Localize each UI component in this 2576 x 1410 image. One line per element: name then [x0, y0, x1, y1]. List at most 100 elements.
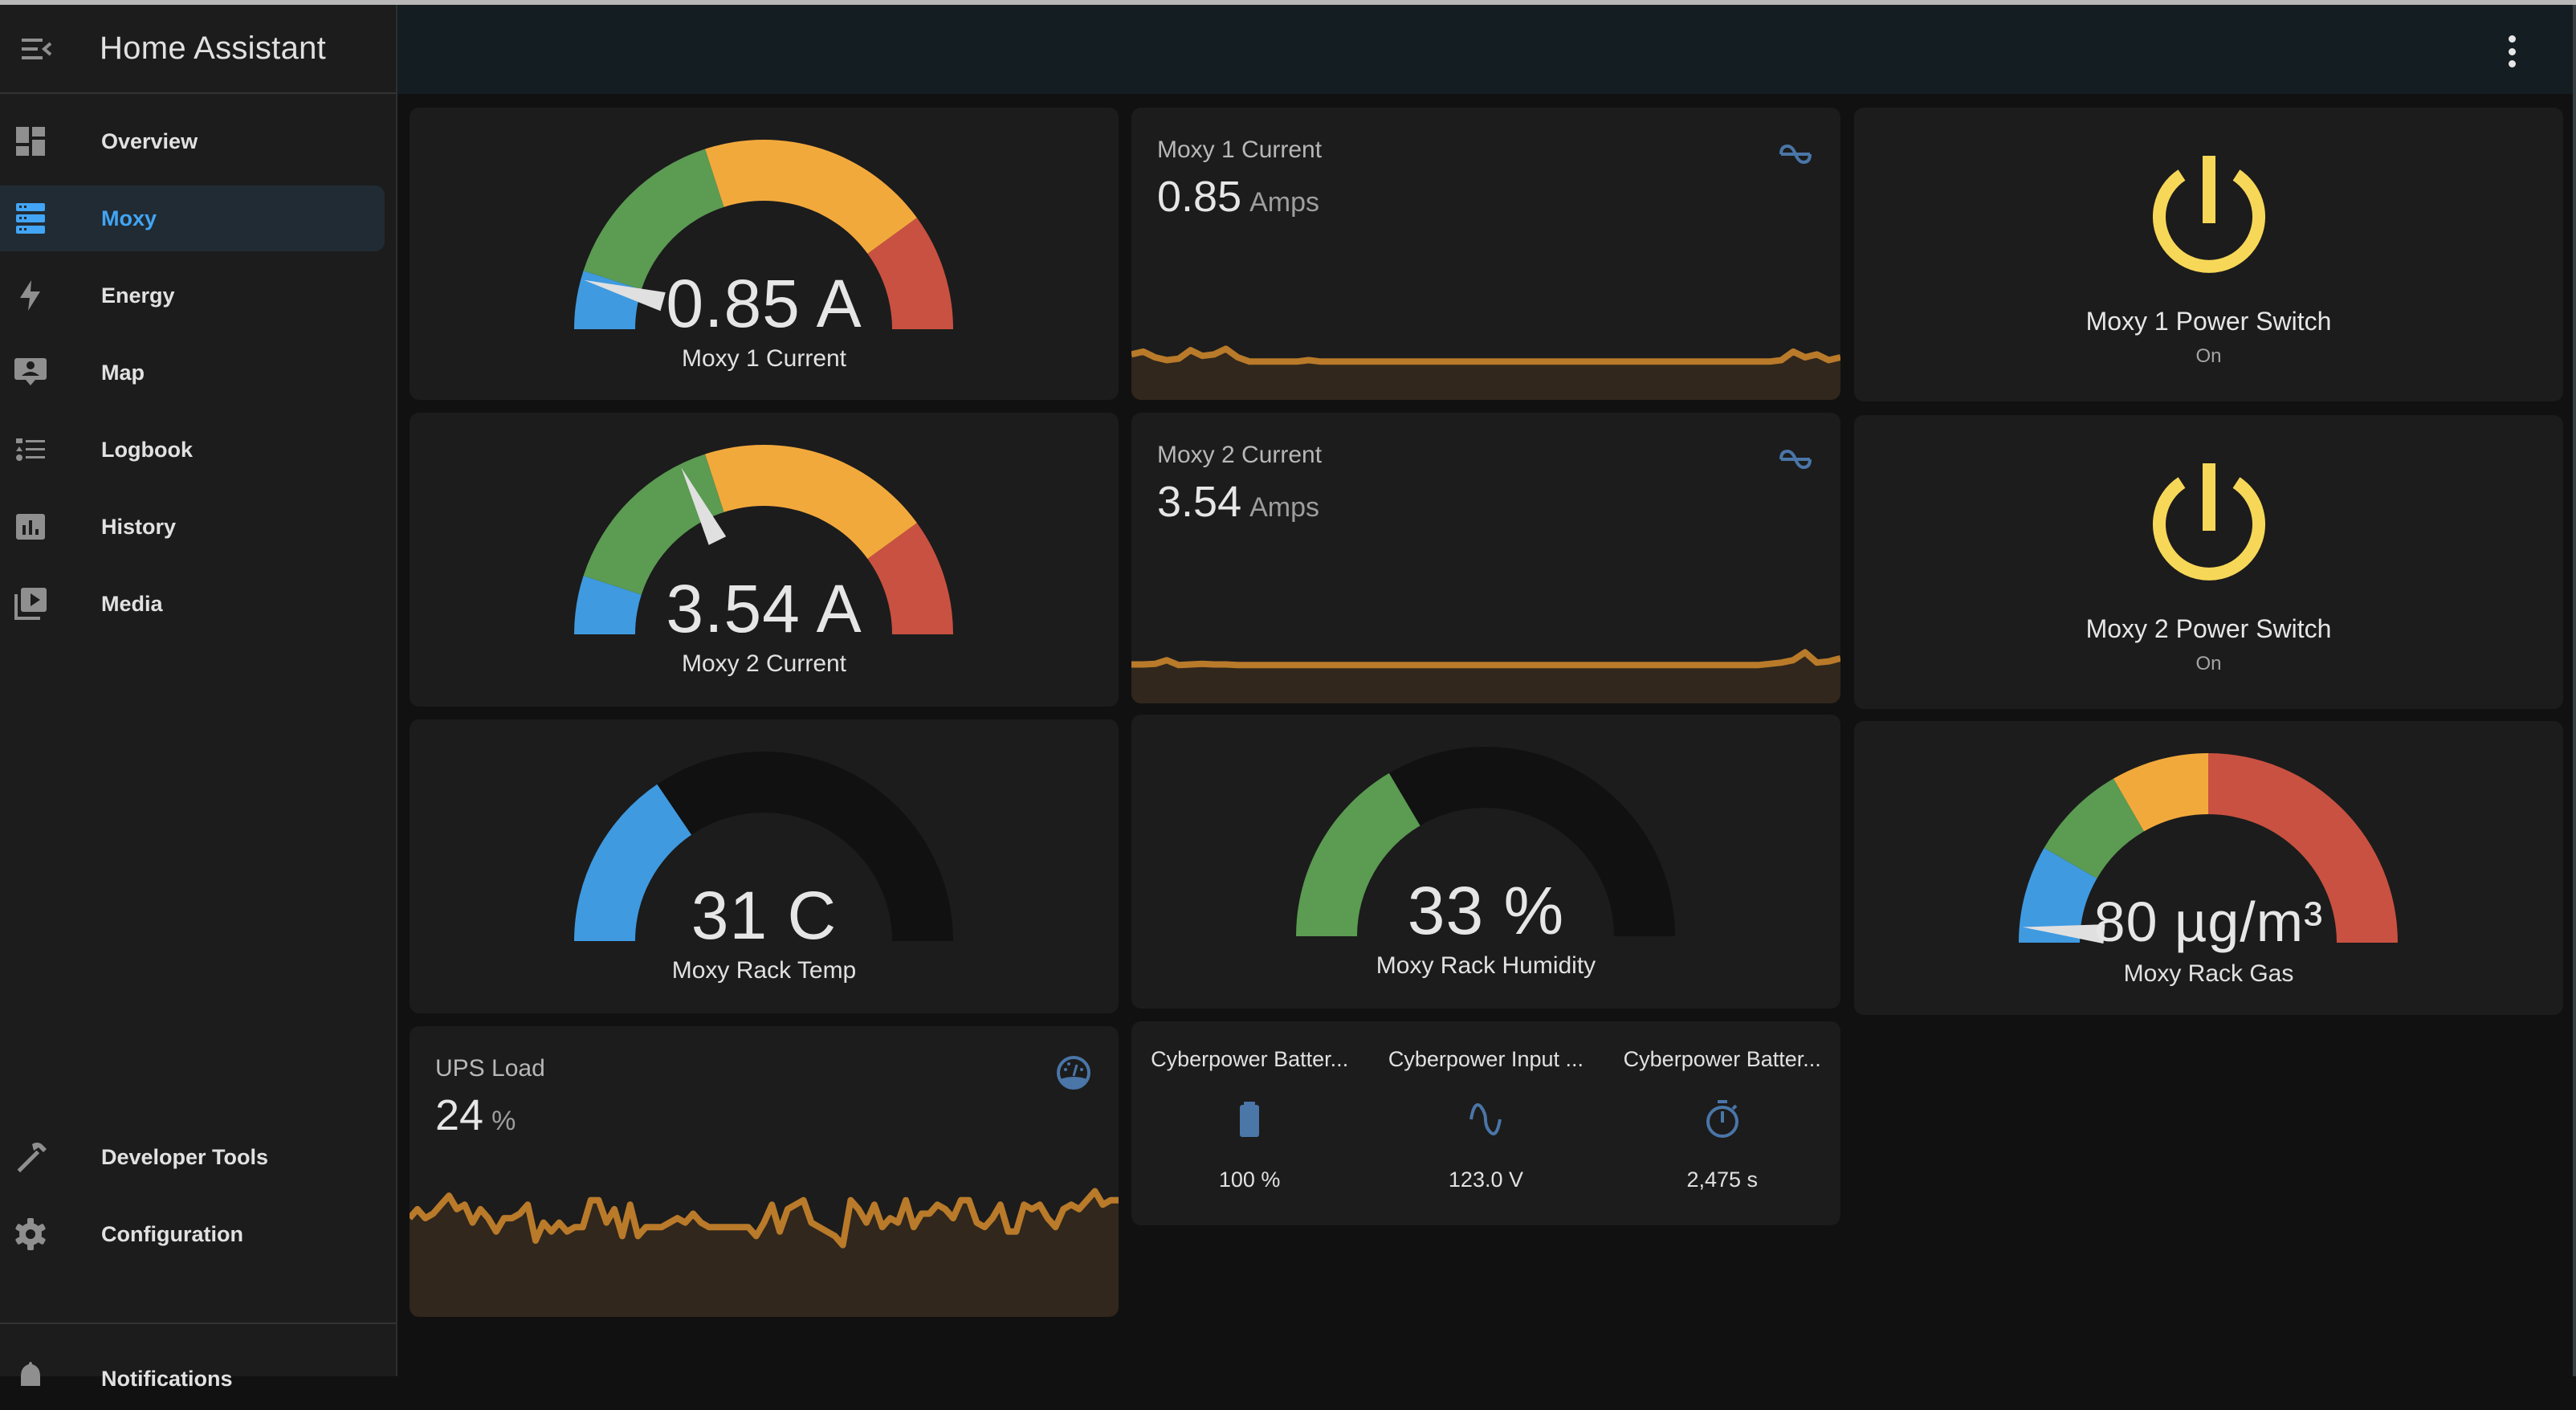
button-state: On — [2195, 653, 2222, 674]
history-sparkline — [410, 1188, 1119, 1317]
sidebar-item-label: History — [101, 514, 177, 539]
sidebar-item-label: Logbook — [101, 437, 193, 462]
button-card-moxy2-power[interactable]: Moxy 2 Power Switch On — [1854, 415, 2563, 709]
sensor-card-moxy2-current[interactable]: Moxy 2 Current 3.54 Amps — [1131, 413, 1840, 703]
gauge-value: 33 % — [1407, 873, 1565, 948]
sidebar-item-label: Moxy — [101, 206, 157, 230]
gauge-card-moxy1-current[interactable]: 0.85 A Moxy 1 Current — [410, 108, 1119, 400]
sensor-value-number: 24 — [435, 1091, 484, 1139]
sensor-value: 24% — [435, 1090, 516, 1140]
gauge-name: Moxy 2 Current — [681, 650, 847, 677]
sidebar-item-developer-tools[interactable]: Developer Tools — [0, 1124, 385, 1190]
gauge-card-rack-temp[interactable]: 31 C Moxy Rack Temp — [410, 719, 1119, 1013]
glance-card-cyberpower: Cyberpower Batter... 100 % Cyberpower In… — [1131, 1021, 1840, 1225]
button-card-moxy1-power[interactable]: Moxy 1 Power Switch On — [1854, 108, 2563, 401]
gauge-name: Moxy Rack Temp — [671, 957, 857, 984]
entity-state: 2,475 s — [1686, 1168, 1759, 1192]
gauge-name: Moxy Rack Gas — [2123, 960, 2294, 987]
sidebar-item-overview[interactable]: Overview — [0, 108, 385, 174]
sensor-value-number: 0.85 — [1157, 173, 1242, 221]
current-ac-icon — [1779, 144, 1812, 165]
entity-name: Cyberpower Batter... — [1623, 1047, 1821, 1071]
sensor-unit: Amps — [1249, 492, 1320, 523]
sidebar-item-label: Notifications — [101, 1367, 233, 1391]
dots-vertical-icon — [2508, 35, 2516, 43]
gauge-value: 3.54 A — [666, 571, 862, 646]
sidebar-item-label: Developer Tools — [101, 1144, 269, 1169]
gauge-name: Moxy Rack Humidity — [1376, 952, 1596, 979]
glance-entity-battery-runtime[interactable]: Cyberpower Batter... 2,475 s — [1604, 1021, 1840, 1225]
sidebar-toggle-button[interactable] — [14, 33, 59, 65]
sine-wave-icon — [1469, 1103, 1502, 1135]
more-options-button[interactable] — [2502, 35, 2521, 67]
sidebar-item-label: Energy — [101, 283, 175, 308]
sparkline-area — [410, 1191, 1119, 1317]
gauge-segment-orange — [705, 140, 917, 254]
sidebar-item-label: Configuration — [101, 1221, 243, 1246]
sensor-name: Moxy 1 Current — [1157, 137, 1323, 163]
entity-state: 100 % — [1218, 1168, 1281, 1192]
menu-open-icon — [22, 38, 52, 59]
button-name: Moxy 1 Power Switch — [2085, 307, 2332, 336]
sensor-unit: % — [491, 1106, 516, 1136]
sidebar-item-label: Map — [101, 360, 145, 385]
sidebar: Home Assistant Overview Moxy Energy Map — [0, 5, 397, 1391]
timer-icon — [1706, 1100, 1738, 1138]
sidebar-item-configuration[interactable]: Configuration — [0, 1201, 385, 1267]
sidebar-item-map[interactable]: Map — [0, 340, 385, 405]
format-list-icon — [14, 434, 47, 466]
sensor-card-ups-load[interactable]: UPS Load 24% — [410, 1026, 1119, 1317]
play-box-multiple-icon — [14, 588, 47, 620]
glance-entity-battery-charge[interactable]: Cyberpower Batter... 100 % — [1131, 1021, 1367, 1225]
app-title: Home Assistant — [100, 31, 327, 66]
server-icon — [14, 202, 47, 234]
hammer-icon — [14, 1141, 47, 1173]
lightning-bolt-icon — [14, 279, 47, 312]
cog-icon — [14, 1218, 47, 1250]
button-state: On — [2195, 345, 2222, 367]
sparkline-area — [1131, 652, 1840, 703]
gauge-name: Moxy 1 Current — [681, 345, 847, 372]
history-sparkline — [1131, 649, 1840, 703]
sidebar-nav: Overview Moxy Energy Map Logbook History… — [0, 94, 396, 637]
sidebar-item-moxy[interactable]: Moxy — [0, 185, 385, 251]
gauge-card-rack-gas[interactable]: 80 µg/m³ Moxy Rack Gas — [1854, 721, 2563, 1015]
sidebar-item-history[interactable]: History — [0, 494, 385, 560]
sidebar-item-media[interactable]: Media — [0, 571, 385, 637]
sidebar-item-logbook[interactable]: Logbook — [0, 417, 385, 483]
sensor-value: 3.54 Amps — [1157, 477, 1319, 527]
sidebar-item-notifications[interactable]: Notifications — [0, 1362, 396, 1410]
history-sparkline — [1131, 345, 1840, 400]
sensor-card-moxy1-current[interactable]: Moxy 1 Current 0.85 Amps — [1131, 108, 1840, 400]
sensor-name: UPS Load — [435, 1055, 545, 1082]
gauge-value: 80 µg/m³ — [2093, 890, 2324, 953]
chart-box-icon — [14, 511, 47, 543]
button-name: Moxy 2 Power Switch — [2085, 614, 2332, 643]
sensor-name: Moxy 2 Current — [1157, 442, 1323, 468]
sidebar-divider — [0, 1322, 396, 1324]
gauge-segment-orange — [705, 445, 917, 559]
sensor-unit: Amps — [1249, 187, 1320, 218]
gauge-card-moxy2-current[interactable]: 3.54 A Moxy 2 Current — [410, 413, 1119, 707]
sidebar-header: Home Assistant — [0, 5, 396, 94]
sparkline-line — [1131, 345, 1840, 365]
power-icon — [2152, 463, 2265, 581]
gauge-card-rack-humidity[interactable]: 33 % Moxy Rack Humidity — [1131, 715, 1840, 1009]
bell-icon — [14, 1362, 47, 1394]
page-scrollbar[interactable] — [2573, 5, 2576, 1376]
glance-entity-input-voltage[interactable]: Cyberpower Input ... 123.0 V — [1367, 1021, 1604, 1225]
gauge-icon — [1057, 1056, 1090, 1090]
gauge-value: 31 C — [691, 878, 838, 953]
dot — [2508, 60, 2516, 67]
dot — [2508, 47, 2516, 55]
sidebar-item-energy[interactable]: Energy — [0, 263, 385, 328]
entity-state: 123.0 V — [1448, 1168, 1523, 1192]
sparkline-line — [1131, 649, 1840, 669]
power-icon — [2152, 156, 2265, 273]
entity-name: Cyberpower Input ... — [1388, 1047, 1584, 1071]
sidebar-item-label: Media — [101, 591, 163, 616]
map-account-icon — [14, 357, 47, 389]
current-ac-icon — [1779, 449, 1812, 470]
battery-icon — [1240, 1102, 1260, 1137]
sensor-value-number: 3.54 — [1157, 478, 1242, 526]
